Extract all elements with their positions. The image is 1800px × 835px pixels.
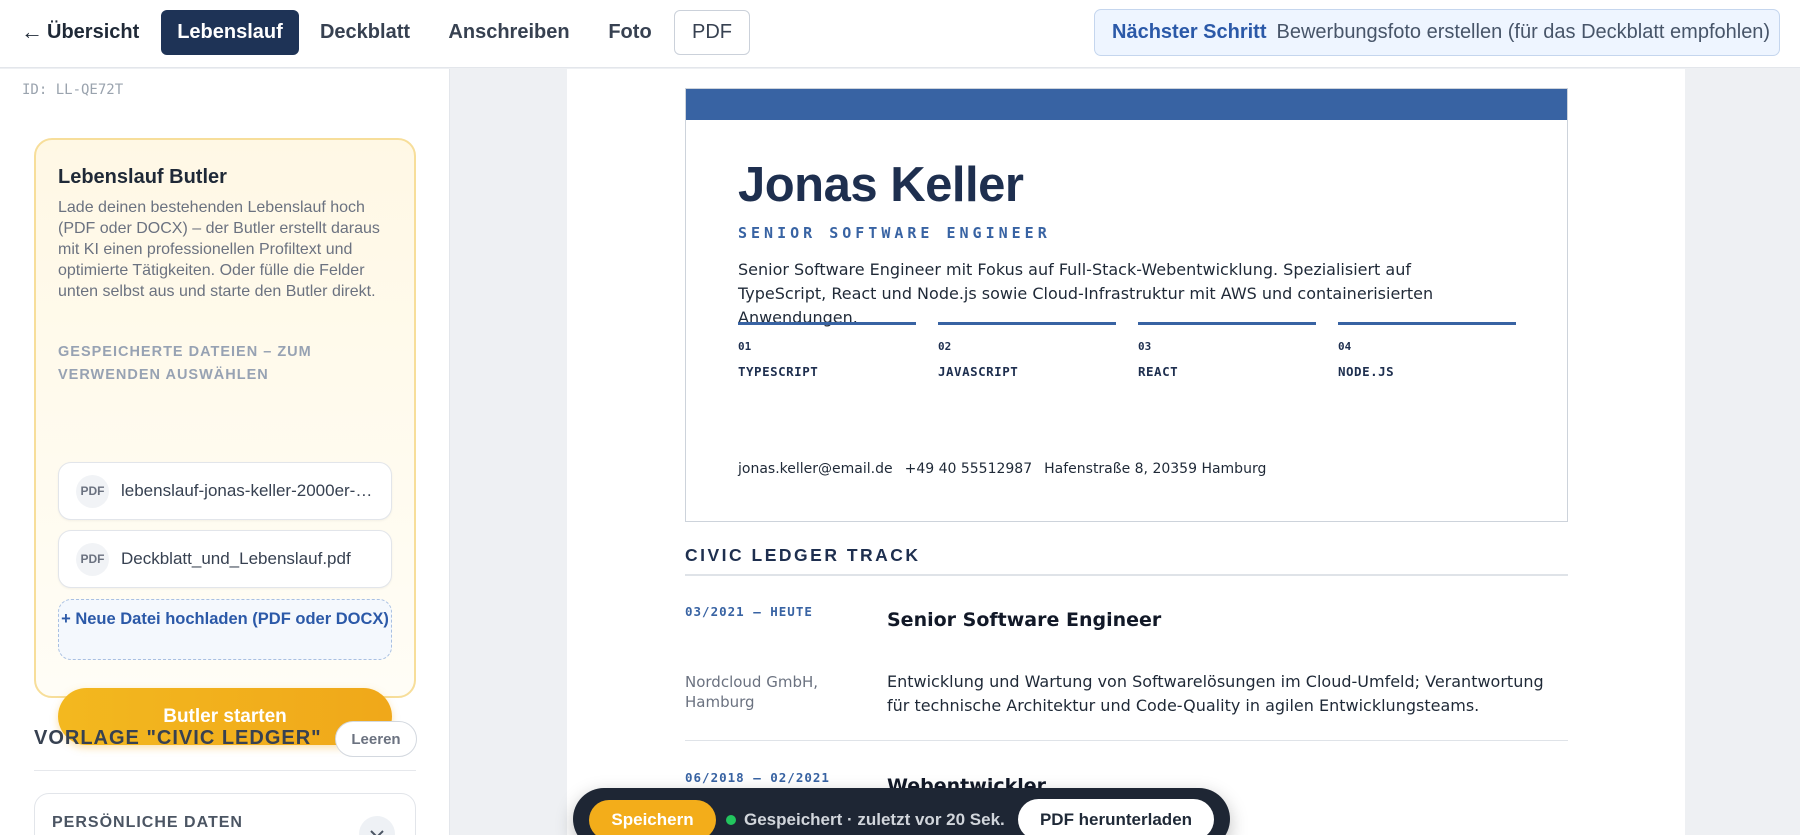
arrow-left-icon: ← <box>21 19 43 44</box>
header-accent-bar <box>686 89 1567 120</box>
pdf-file-icon: PDF <box>76 474 109 508</box>
cv-contact-line: jonas.keller@email.de +49 40 55512987 Ha… <box>738 461 1266 477</box>
next-step-banner[interactable]: Nächster Schritt Bewerbungsfoto erstelle… <box>1094 9 1780 56</box>
floating-action-bar: Speichern Gespeichert · zuletzt vor 20 S… <box>573 788 1230 835</box>
cv-job-title: SENIOR SOFTWARE ENGINEER <box>738 224 1051 242</box>
experience-section-title: CIVIC LEDGER TRACK <box>685 545 921 565</box>
skill-bar <box>938 322 1116 325</box>
personal-data-section[interactable]: PERSÖNLICHE DATEN <box>34 793 416 835</box>
skill-bar <box>1338 322 1516 325</box>
saved-file-item[interactable]: PDF lebenslauf-jonas-keller-2000er-stil.… <box>58 462 392 520</box>
skill-item: 03 REACT <box>1138 322 1316 379</box>
entry-date: 06/2018 – 02/2021 <box>685 770 830 785</box>
upload-file-button[interactable]: + Neue Datei hochladen (PDF oder DOCX) <box>58 599 392 660</box>
butler-title: Lebenslauf Butler <box>58 166 227 188</box>
divider <box>34 770 416 771</box>
save-button[interactable]: Speichern <box>589 800 716 835</box>
skill-bar <box>1138 322 1316 325</box>
clear-button[interactable]: Leeren <box>335 721 417 757</box>
top-navigation: ← Übersicht Lebenslauf Deckblatt Anschre… <box>0 0 1800 68</box>
tab-lebenslauf[interactable]: Lebenslauf <box>161 10 299 55</box>
skill-name: TYPESCRIPT <box>738 364 819 379</box>
next-step-text: Bewerbungsfoto erstellen (für das Deckbl… <box>1276 21 1771 43</box>
template-title: VORLAGE "CIVIC LEDGER" <box>34 727 322 749</box>
entry-role: Senior Software Engineer <box>887 609 1162 631</box>
section-title: PERSÖNLICHE DATEN <box>52 814 243 831</box>
next-step-label: Nächster Schritt <box>1112 21 1267 43</box>
tab-deckblatt[interactable]: Deckblatt <box>306 10 424 55</box>
skill-item: 04 NODE.JS <box>1338 322 1516 379</box>
tab-foto[interactable]: Foto <box>594 10 666 55</box>
cv-header-card: Jonas Keller SENIOR SOFTWARE ENGINEER Se… <box>685 88 1568 522</box>
back-label: Übersicht <box>47 20 140 43</box>
skill-number: 03 <box>1138 340 1152 353</box>
file-name: lebenslauf-jonas-keller-2000er-stil.pdf <box>121 481 376 500</box>
entry-date: 03/2021 – HEUTE <box>685 604 813 619</box>
skill-number: 01 <box>738 340 752 353</box>
cv-preview-page: Jonas Keller SENIOR SOFTWARE ENGINEER Se… <box>567 69 1685 835</box>
editor-sidebar: ID: LL-QE72T Lebenslauf Butler Lade dein… <box>0 69 450 835</box>
contact-address: Hafenstraße 8, 20359 Hamburg <box>1044 461 1267 477</box>
save-status: Gespeichert · zuletzt vor 20 Sek. <box>726 810 1005 830</box>
tab-pdf[interactable]: PDF <box>674 10 750 55</box>
butler-card: Lebenslauf Butler Lade deinen bestehende… <box>34 138 416 745</box>
skill-name: NODE.JS <box>1338 364 1395 379</box>
saved-file-item[interactable]: PDF Deckblatt_und_Lebenslauf.pdf <box>58 530 392 588</box>
document-id: ID: LL-QE72T <box>22 82 124 98</box>
cv-summary: Senior Software Engineer mit Fokus auf F… <box>738 260 1434 327</box>
tab-anschreiben[interactable]: Anschreiben <box>432 10 586 55</box>
file-name: Deckblatt_und_Lebenslauf.pdf <box>121 549 351 568</box>
contact-email: jonas.keller@email.de <box>738 461 893 477</box>
divider <box>685 574 1568 576</box>
entry-description: Entwicklung und Wartung von Softwarelösu… <box>887 672 1544 715</box>
save-status-text: Gespeichert · zuletzt vor 20 Sek. <box>744 810 1005 829</box>
chevron-down-icon[interactable] <box>359 816 395 835</box>
status-dot-icon <box>726 815 736 825</box>
divider <box>685 740 1568 741</box>
skill-number: 02 <box>938 340 952 353</box>
skill-number: 04 <box>1338 340 1352 353</box>
skill-item: 01 TYPESCRIPT <box>738 322 916 379</box>
skill-name: REACT <box>1138 364 1179 379</box>
butler-description: Lade deinen bestehenden Lebenslauf hoch … <box>58 199 380 300</box>
contact-phone: +49 40 55512987 <box>904 461 1033 477</box>
skill-name: JAVASCRIPT <box>938 364 1019 379</box>
saved-files-label: Gespeicherte Dateien – zum verwenden aus… <box>58 344 312 383</box>
back-to-overview-link[interactable]: ← Übersicht <box>21 19 139 45</box>
cv-name: Jonas Keller <box>738 158 1024 212</box>
skill-item: 02 JAVASCRIPT <box>938 322 1116 379</box>
pdf-file-icon: PDF <box>76 542 109 576</box>
skill-bar <box>738 322 916 325</box>
entry-company: Nordcloud GmbH, Hamburg <box>685 673 819 711</box>
download-pdf-button[interactable]: PDF herunterladen <box>1018 799 1214 835</box>
